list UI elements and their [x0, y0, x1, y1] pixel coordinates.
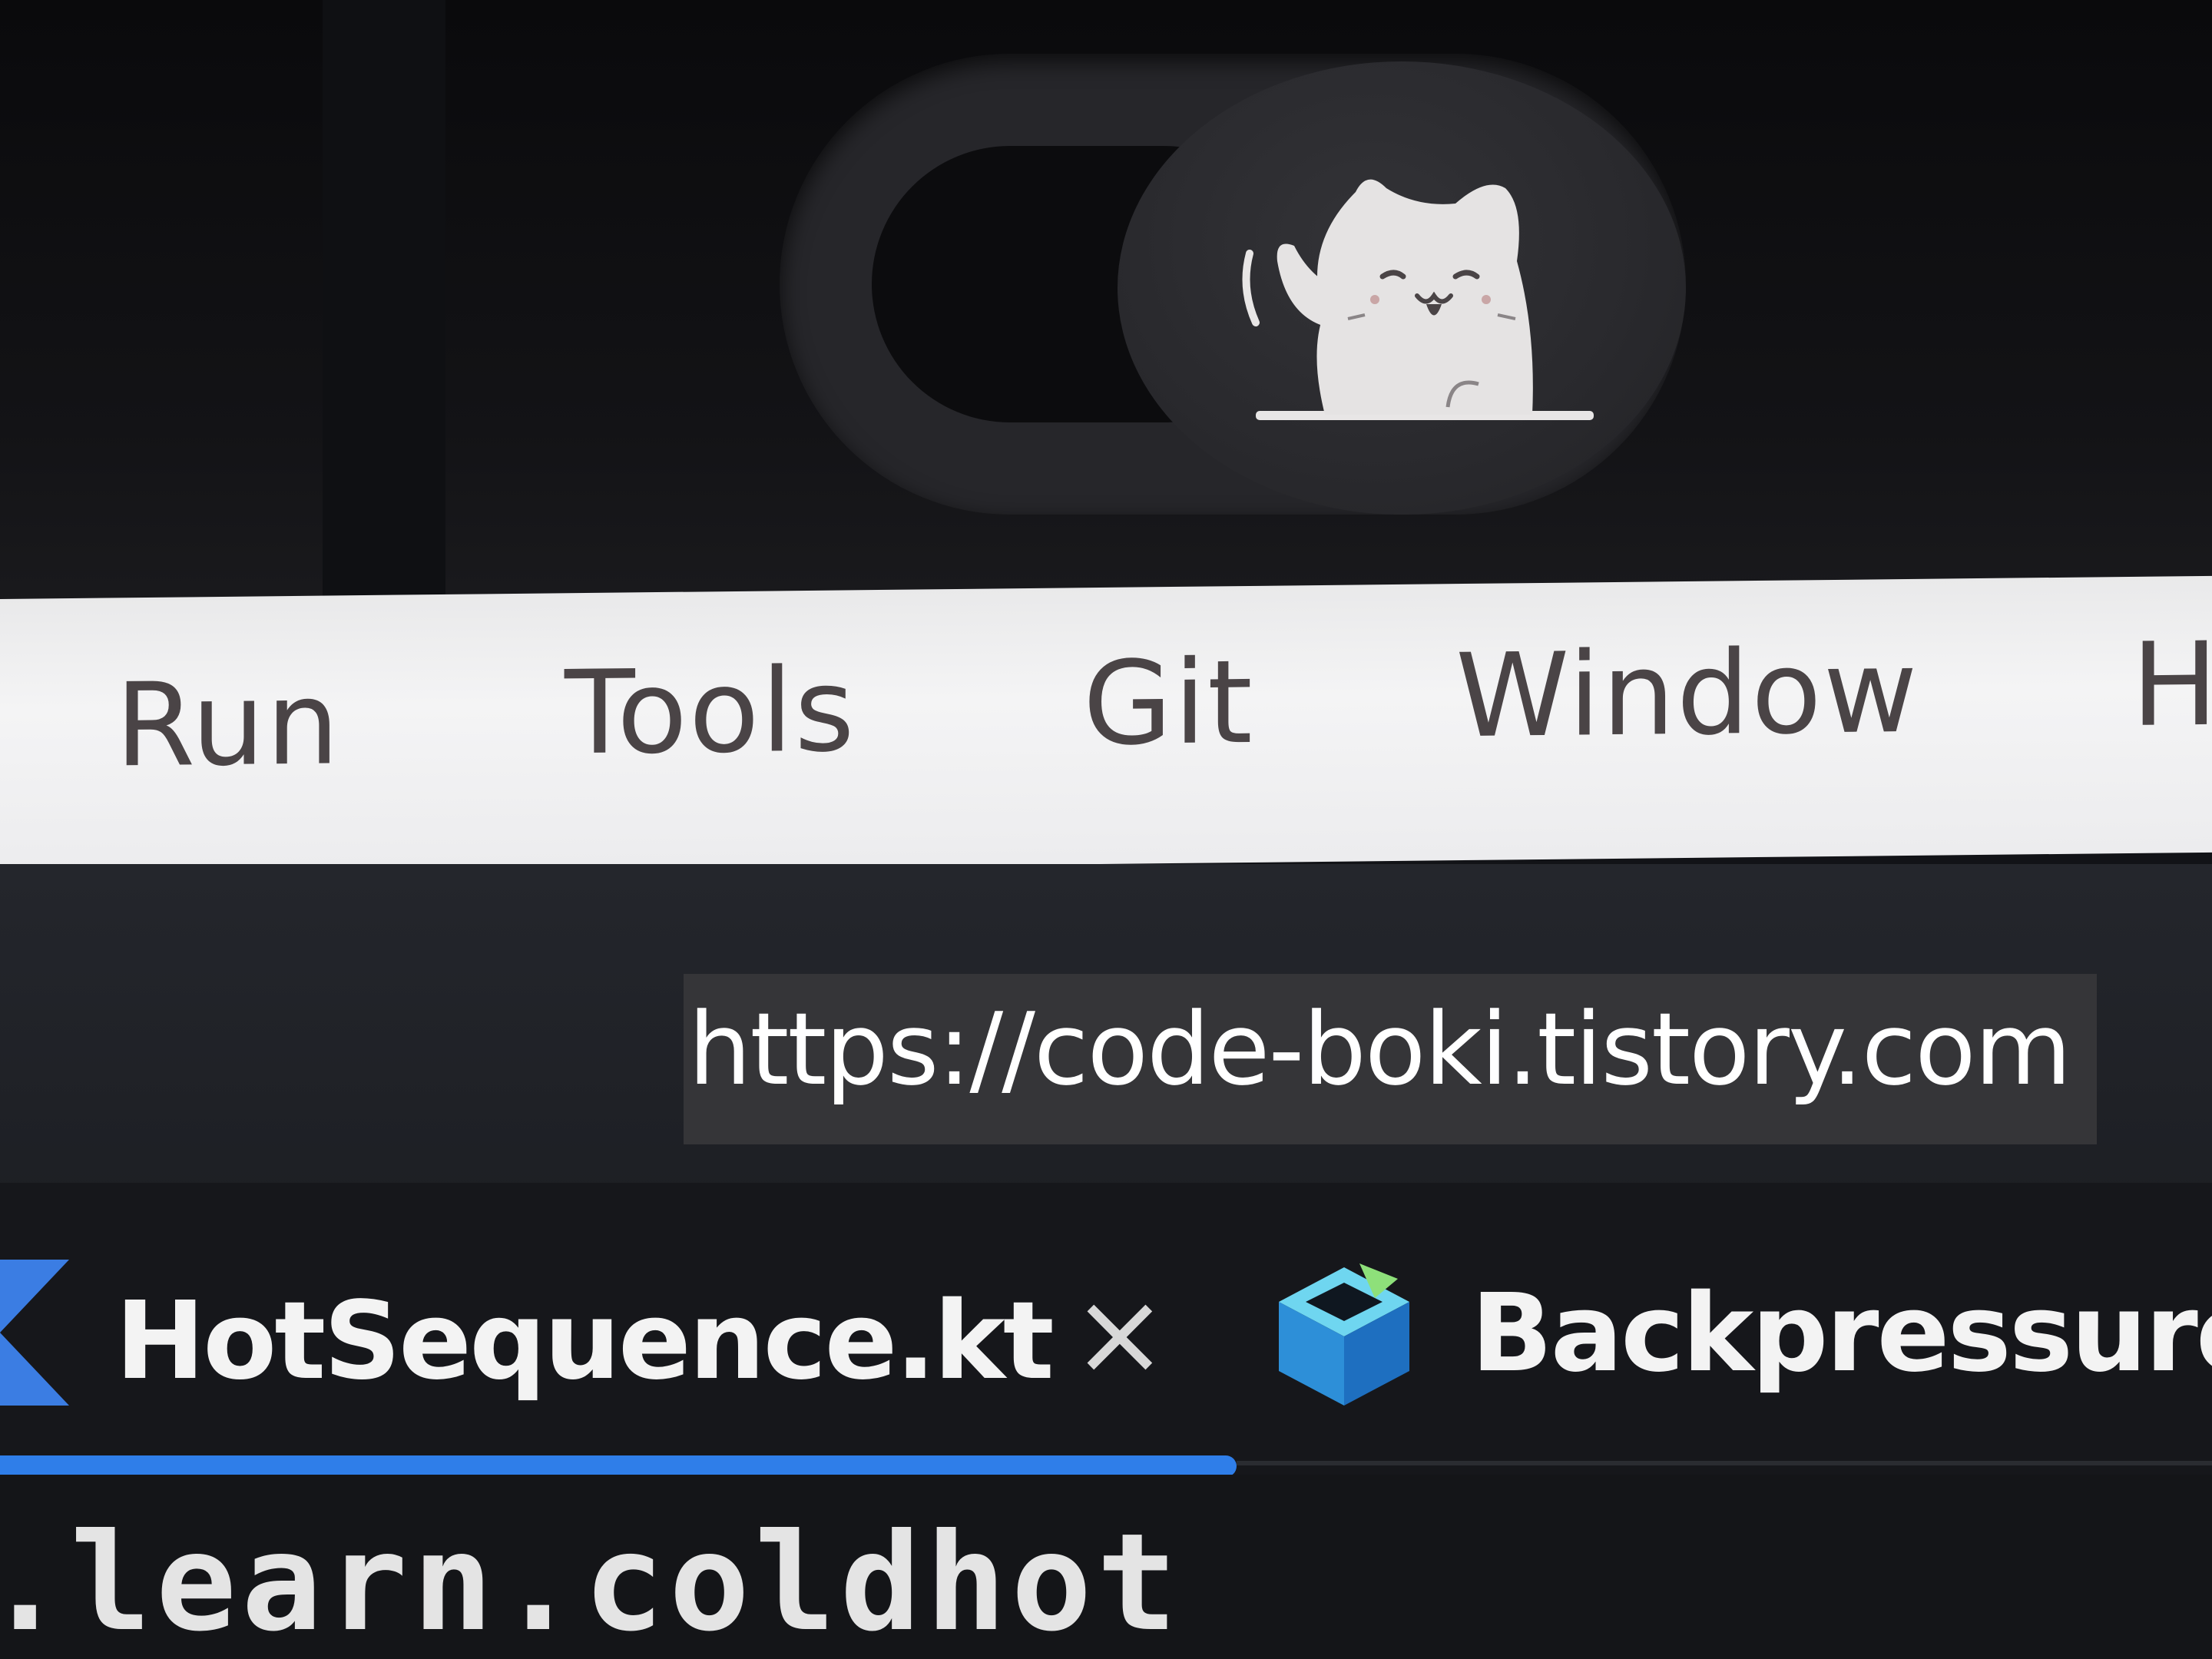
code-line-package: .learn.coldhot	[0, 1505, 1183, 1659]
menu-bar: Run Tools Git Window H	[0, 575, 2212, 876]
tab-bar-divider	[1237, 1461, 2212, 1465]
tab-backpressure-label[interactable]: Backpressure	[1471, 1271, 2212, 1396]
cat-sticker-icon	[1242, 179, 1594, 420]
photo-stage: Run Tools Git Window H https://code-boki…	[0, 0, 2212, 1659]
kotlin-file-icon	[0, 1260, 69, 1406]
menu-item-tools[interactable]: Tools	[565, 644, 856, 780]
tab-hotsequence-label[interactable]: HotSequence.kt	[115, 1279, 1055, 1404]
code-editor[interactable]: .learn.coldhot	[0, 1475, 2212, 1659]
bezel-shadow	[323, 0, 445, 607]
module-cube-icon	[1279, 1263, 1409, 1406]
menu-item-run[interactable]: Run	[115, 657, 341, 793]
active-tab-indicator	[0, 1455, 1237, 1477]
editor-tab-bar: HotSequence.kt × Backpressure	[0, 1183, 2212, 1477]
laptop-bezel	[0, 0, 2212, 614]
menu-item-help[interactable]: H	[2131, 618, 2212, 753]
menu-item-window[interactable]: Window	[1455, 625, 1919, 763]
close-icon[interactable]: ×	[1071, 1267, 1168, 1401]
menu-item-git[interactable]: Git	[1083, 636, 1254, 771]
webcam-slider-cover	[780, 54, 1686, 515]
watermark-banner: https://code-boki.tistory.com	[684, 974, 2097, 1144]
webcam-slider-knob	[1118, 61, 1686, 515]
watermark-text: https://code-boki.tistory.com	[688, 991, 2071, 1108]
